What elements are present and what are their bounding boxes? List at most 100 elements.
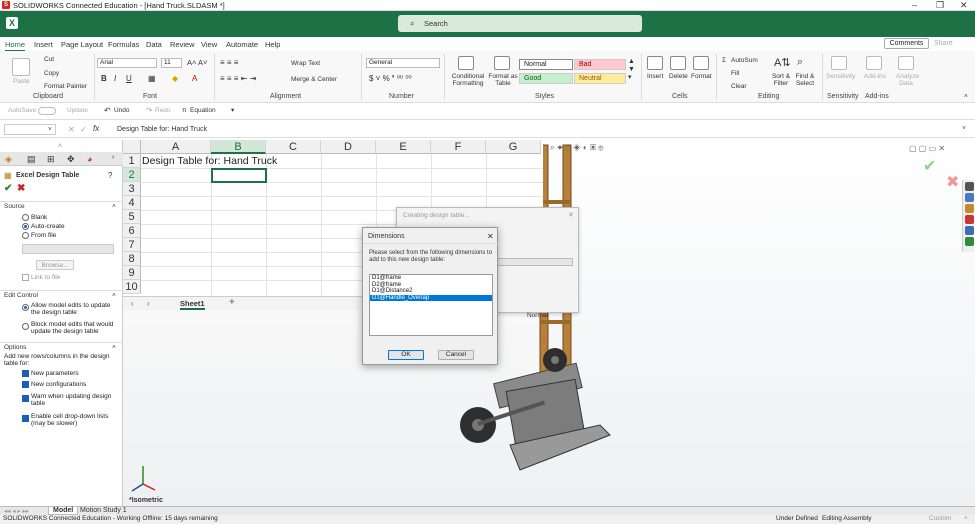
- tab-scroll-icon[interactable]: ◂◂ ◂ ▸ ▸▸: [4, 507, 29, 515]
- format-cells-button[interactable]: Format: [691, 73, 712, 80]
- find-select-button[interactable]: Find & Select: [793, 73, 817, 87]
- creating-dialog-close-icon[interactable]: ✕: [568, 211, 574, 219]
- currency-icon[interactable]: $ ˅ % ❜ ⁰⁰ ⁰⁰: [369, 74, 412, 83]
- new-configurations-checkbox[interactable]: [22, 381, 29, 388]
- function-icon[interactable]: fx: [93, 124, 99, 133]
- new-parameters-checkbox[interactable]: [22, 370, 29, 377]
- tab-model[interactable]: Model: [48, 507, 79, 515]
- italic-button[interactable]: I: [114, 74, 116, 83]
- help-icon[interactable]: ?: [108, 171, 112, 180]
- edit-control-collapse-icon[interactable]: ˄: [112, 292, 116, 299]
- comments-button[interactable]: Comments: [884, 38, 929, 49]
- column-header-e[interactable]: E: [376, 140, 431, 154]
- style-good[interactable]: Good: [519, 73, 573, 84]
- tab-help[interactable]: Help: [265, 40, 280, 49]
- underline-button[interactable]: U: [126, 74, 132, 83]
- format-as-table-button[interactable]: Format as Table: [487, 73, 519, 87]
- bold-button[interactable]: B: [101, 74, 107, 83]
- cell-a1[interactable]: Design Table for: Hand Truck: [142, 154, 277, 168]
- add-ins-button[interactable]: Add-ins: [864, 73, 886, 80]
- font-name-select[interactable]: Arial: [97, 58, 157, 68]
- merge-center-button[interactable]: Merge & Center: [291, 76, 337, 83]
- insert-cells-button[interactable]: Insert: [647, 73, 663, 80]
- warn-updating-checkbox[interactable]: [22, 395, 29, 402]
- column-header-d[interactable]: D: [321, 140, 376, 154]
- copy-button[interactable]: Copy: [44, 70, 59, 77]
- redo-button[interactable]: Redo: [155, 107, 171, 114]
- feature-manager-tab-icon[interactable]: ◈: [5, 154, 12, 165]
- autosave-toggle[interactable]: [38, 107, 56, 115]
- custom-properties-icon[interactable]: [965, 226, 974, 235]
- source-blank-radio[interactable]: [22, 214, 29, 221]
- number-format-select[interactable]: General: [366, 58, 440, 68]
- cancel-x-icon[interactable]: ✖: [17, 183, 25, 194]
- style-normal[interactable]: Normal: [519, 59, 573, 70]
- row-header-5[interactable]: 5: [123, 210, 141, 224]
- cancel-formula-icon[interactable]: ✕: [68, 125, 75, 134]
- sensitivity-button[interactable]: Sensitivity: [826, 73, 855, 80]
- confirm-corner-cancel-icon[interactable]: ✖: [946, 172, 959, 192]
- column-header-b[interactable]: B: [211, 140, 266, 154]
- close-button[interactable]: ✕: [960, 0, 968, 11]
- paste-button[interactable]: Paste: [13, 78, 30, 85]
- clear-button[interactable]: Clear: [731, 83, 747, 90]
- appearances-icon[interactable]: [965, 215, 974, 224]
- tab-insert[interactable]: Insert: [34, 40, 53, 49]
- next-sheet-icon[interactable]: ›: [147, 299, 150, 308]
- status-units[interactable]: Custom: [929, 515, 951, 522]
- tab-page-layout[interactable]: Page Layout: [61, 40, 103, 49]
- align-left-icon[interactable]: ≡ ≡ ≡ ⇤ ⇥: [220, 74, 256, 83]
- update-button[interactable]: Update: [67, 107, 88, 114]
- font-color-icon[interactable]: A: [192, 74, 197, 83]
- row-header-9[interactable]: 9: [123, 266, 141, 280]
- confirm-corner-ok-icon[interactable]: ✔: [923, 156, 936, 176]
- row-header-1[interactable]: 1: [123, 154, 141, 168]
- name-box-dropdown-icon[interactable]: ˅: [48, 126, 52, 133]
- row-header-4[interactable]: 4: [123, 196, 141, 210]
- cut-button[interactable]: Cut: [44, 56, 54, 63]
- autosum-button[interactable]: AutoSum: [731, 57, 758, 64]
- align-top-icon[interactable]: ≡ ≡ ≡: [220, 58, 238, 67]
- tabs-more-icon[interactable]: ›: [112, 154, 114, 161]
- tab-review[interactable]: Review: [170, 40, 195, 49]
- source-auto-create-radio[interactable]: [22, 223, 29, 230]
- grow-font-button[interactable]: A˄ A˅: [187, 58, 207, 67]
- row-header-3[interactable]: 3: [123, 182, 141, 196]
- window-controls-graphics[interactable]: ▢ ▢ ▭ ✕: [909, 144, 945, 153]
- delete-cells-button[interactable]: Delete: [669, 73, 688, 80]
- options-collapse-icon[interactable]: ˄: [112, 344, 116, 351]
- row-header-2[interactable]: 2: [123, 168, 141, 182]
- analyze-data-button[interactable]: Analyze Data: [896, 73, 919, 87]
- tab-formulas[interactable]: Formulas: [108, 40, 139, 49]
- cell-dropdown-checkbox[interactable]: [22, 415, 29, 422]
- source-from-file-radio[interactable]: [22, 232, 29, 239]
- panel-collapse-icon[interactable]: ˄: [58, 143, 62, 150]
- select-all-corner[interactable]: [123, 140, 141, 154]
- font-size-select[interactable]: 11: [161, 58, 182, 68]
- row-header-7[interactable]: 7: [123, 238, 141, 252]
- maximize-button[interactable]: ❐: [936, 0, 944, 11]
- tab-view[interactable]: View: [201, 40, 217, 49]
- tab-motion-study-1[interactable]: Motion Study 1: [80, 507, 127, 514]
- row-header-10[interactable]: 10: [123, 280, 141, 294]
- style-bad[interactable]: Bad: [574, 59, 626, 70]
- link-to-file-checkbox[interactable]: [22, 274, 29, 281]
- format-painter-button[interactable]: Format Painter: [44, 83, 87, 90]
- minimize-button[interactable]: –: [912, 0, 917, 10]
- dimensions-listbox[interactable]: D1@frame D2@frame D1@Distance2 D1@Handle…: [369, 274, 493, 336]
- column-header-g[interactable]: G: [486, 140, 541, 154]
- fill-color-icon[interactable]: ◆: [172, 74, 178, 83]
- property-manager-tab-icon[interactable]: ▤: [27, 154, 36, 165]
- fill-button[interactable]: Fill: [731, 70, 739, 77]
- customize-toolbar-icon[interactable]: ▾: [231, 106, 234, 114]
- file-path-field[interactable]: [22, 244, 114, 254]
- dimensions-dialog-close-icon[interactable]: ✕: [487, 232, 494, 241]
- config-manager-tab-icon[interactable]: ⊞: [47, 154, 55, 165]
- enter-formula-icon[interactable]: ✓: [80, 125, 87, 134]
- design-library-icon[interactable]: [965, 193, 974, 202]
- source-collapse-icon[interactable]: ˄: [112, 203, 116, 210]
- add-sheet-icon[interactable]: +: [229, 297, 235, 308]
- row-header-6[interactable]: 6: [123, 224, 141, 238]
- sheet-tab-sheet1[interactable]: Sheet1: [180, 299, 205, 310]
- dimension-item-selected[interactable]: D1@Handle_Overlap: [370, 294, 492, 301]
